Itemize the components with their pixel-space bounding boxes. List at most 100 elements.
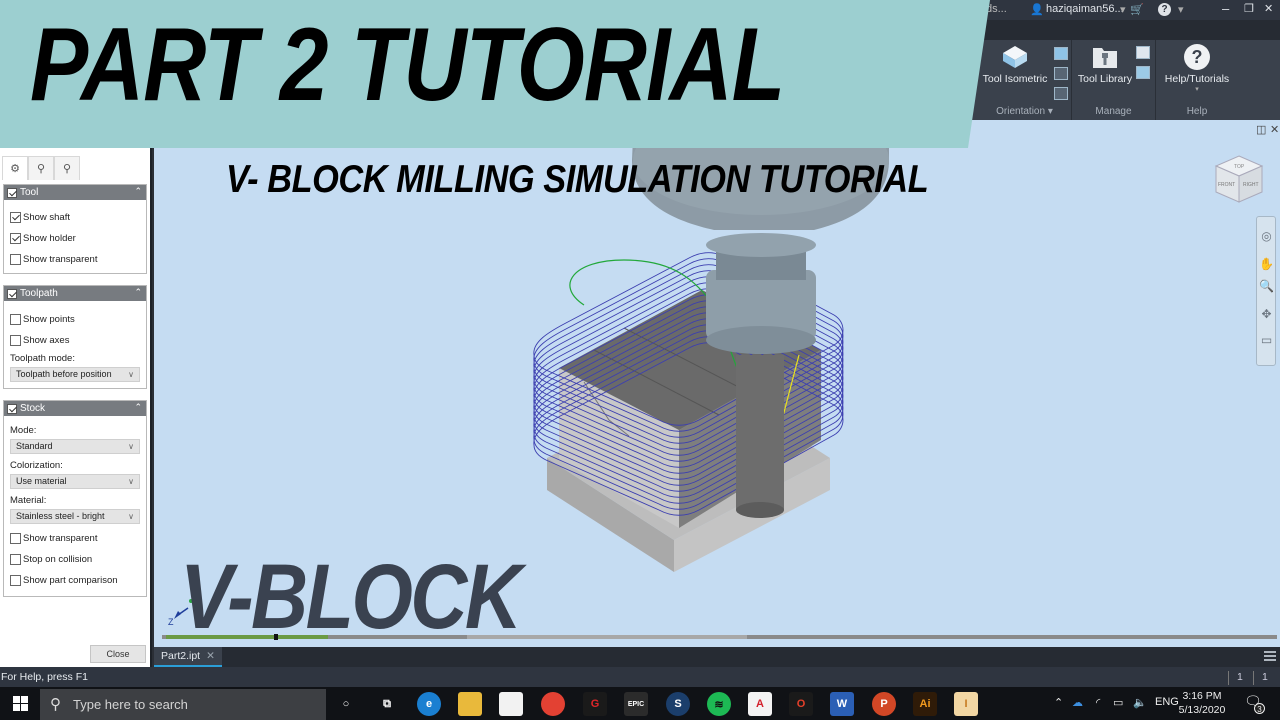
look-at-icon[interactable]: ▭ <box>1259 333 1274 348</box>
collapse-icon[interactable]: ⌃ <box>134 402 142 413</box>
show-axes-option[interactable]: Show axes <box>10 333 69 347</box>
powerpoint-app-icon[interactable]: P <box>872 692 896 716</box>
chevron-down-icon: ▾ <box>1120 4 1126 16</box>
3d-viewport[interactable]: Z V- BLOCK MILLING SIMULATION TUTORIAL V… <box>154 120 1280 647</box>
collapse-icon[interactable]: ⌃ <box>134 287 142 298</box>
show-shaft-option[interactable]: Show shaft <box>10 210 70 224</box>
restore-button[interactable]: ❐ <box>1244 2 1254 15</box>
office-app-icon[interactable]: O <box>789 692 813 716</box>
garena-app-icon[interactable]: G <box>583 692 607 716</box>
toolpath-mode-select[interactable]: Toolpath before position ∨ <box>10 367 140 382</box>
taskbar-search-input[interactable]: ⚲ Type here to search <box>40 689 326 720</box>
toolpath-section-header[interactable]: Toolpath ⌃ <box>4 286 146 301</box>
tool-library-button[interactable]: Tool Library <box>1074 44 1136 85</box>
stock-section-checkbox[interactable] <box>7 403 17 414</box>
view-top-icon[interactable] <box>1054 47 1068 60</box>
volume-icon[interactable]: 🔈 <box>1133 696 1147 709</box>
viewcube[interactable]: TOP FRONT RIGHT <box>1212 152 1266 208</box>
show-axes-checkbox[interactable] <box>10 334 21 346</box>
chrome-app-icon[interactable] <box>541 692 565 716</box>
list-icon[interactable] <box>1136 46 1150 59</box>
toolpath-section-checkbox[interactable] <box>7 288 17 299</box>
pan-hand-icon[interactable]: ✋ <box>1259 257 1274 272</box>
tool-section-header[interactable]: Tool ⌃ <box>4 185 146 200</box>
windows-taskbar: ⚲ Type here to search ○ ⧉ e G EPIC S ≋ A O W P Ai I … <box>0 687 1280 720</box>
viewport-close-icon[interactable]: ✕ <box>1270 123 1279 136</box>
viewcube-front: FRONT <box>1218 182 1235 188</box>
show-transparent-stock-checkbox[interactable] <box>10 532 21 544</box>
help-group-label: Help <box>1186 106 1208 117</box>
task-view-app-icon[interactable]: ⧉ <box>375 692 399 716</box>
onedrive-icon[interactable]: ☁ <box>1072 696 1083 709</box>
image-icon[interactable] <box>1136 66 1150 79</box>
epic-games-app-icon[interactable]: EPIC <box>624 692 648 716</box>
tool-section-checkbox[interactable] <box>7 187 17 198</box>
stock-mode-select[interactable]: Standard ∨ <box>10 439 140 454</box>
tool-isometric-button[interactable]: Tool Isometric <box>982 44 1048 85</box>
language-indicator[interactable]: ENG <box>1155 696 1179 708</box>
hamburger-menu-icon[interactable] <box>1264 651 1276 661</box>
file-explorer-app-icon[interactable] <box>458 692 482 716</box>
zoom-extents-icon[interactable]: 🔍 <box>1259 279 1274 294</box>
spotify-app-icon[interactable]: ≋ <box>707 692 731 716</box>
microsoft-store-app-icon[interactable] <box>499 692 523 716</box>
steam-app-icon[interactable]: S <box>666 692 690 716</box>
wifi-icon[interactable]: ◜ <box>1096 696 1100 709</box>
word-app-icon[interactable]: W <box>830 692 854 716</box>
stock-mode-label: Mode: <box>10 425 37 436</box>
stop-on-collision-checkbox[interactable] <box>10 553 21 565</box>
navigation-bar: ◎ ✋ 🔍 ✥ ▭ <box>1256 216 1276 366</box>
show-shaft-checkbox[interactable] <box>10 211 21 223</box>
close-tab-icon[interactable]: ✕ <box>206 650 215 662</box>
steering-wheel-icon[interactable]: ◎ <box>1259 229 1274 244</box>
status-counter: 1 <box>1228 671 1243 685</box>
windows-start-icon[interactable] <box>13 696 29 712</box>
colorization-select[interactable]: Use material ∨ <box>10 474 140 489</box>
inventor-app-icon[interactable]: I <box>954 692 978 716</box>
document-tab-part2[interactable]: Part2.ipt ✕ <box>154 647 222 667</box>
show-transparent-stock-option[interactable]: Show transparent <box>10 531 97 545</box>
user-account-menu[interactable]: haziqaiman56... <box>1046 3 1124 15</box>
tab-toolpath-display[interactable]: ⚲ <box>28 156 54 180</box>
taskbar-clock[interactable]: 3:16 PM 5/13/2020 <box>1178 689 1226 717</box>
help-tutorials-button[interactable]: ? Help/Tutorials ▾ <box>1158 44 1236 93</box>
tutorial-subtitle: V- BLOCK MILLING SIMULATION TUTORIAL <box>226 158 929 201</box>
material-select[interactable]: Stainless steel - bright ∨ <box>10 509 140 524</box>
cortana-app-icon[interactable]: ○ <box>334 692 358 716</box>
illustrator-app-icon[interactable]: Ai <box>913 692 937 716</box>
timeline-scrubber-handle[interactable] <box>273 634 278 640</box>
orientation-group-label[interactable]: Orientation ▾ <box>978 106 1071 117</box>
viewcube-right: RIGHT <box>1243 182 1259 188</box>
edge-app-icon[interactable]: e <box>417 692 441 716</box>
colorization-label: Colorization: <box>10 460 63 471</box>
show-points-checkbox[interactable] <box>10 313 21 325</box>
view-front-icon[interactable] <box>1054 67 1068 80</box>
show-transparent-tool-checkbox[interactable] <box>10 253 21 265</box>
tab-tool-display[interactable]: ⚙ <box>2 156 28 180</box>
autocad-app-icon[interactable]: A <box>748 692 772 716</box>
show-points-option[interactable]: Show points <box>10 312 75 326</box>
chevron-down-icon: ∨ <box>128 512 134 521</box>
simulation-timeline[interactable] <box>162 634 1277 640</box>
collapse-icon[interactable]: ⌃ <box>134 186 142 197</box>
show-holder-option[interactable]: Show holder <box>10 231 76 245</box>
tab-stock-display[interactable]: ⚲ <box>54 156 80 180</box>
minimize-button[interactable]: – <box>1222 1 1229 16</box>
show-transparent-tool-option[interactable]: Show transparent <box>10 252 97 266</box>
stock-section-header[interactable]: Stock ⌃ <box>4 401 146 416</box>
close-button[interactable]: Close <box>90 645 146 663</box>
orbit-icon[interactable]: ✥ <box>1259 307 1274 322</box>
help-menu-icon[interactable]: ? <box>1158 3 1171 16</box>
show-part-comparison-option[interactable]: Show part comparison <box>10 573 118 587</box>
status-bar: For Help, press F1 1 1 <box>0 667 1280 687</box>
view-side-icon[interactable] <box>1054 87 1068 100</box>
show-holder-checkbox[interactable] <box>10 232 21 244</box>
battery-icon[interactable]: ▭ <box>1113 696 1123 709</box>
stop-on-collision-option[interactable]: Stop on collision <box>10 552 92 566</box>
viewport-layout-icon[interactable]: ◫ <box>1256 123 1266 136</box>
cart-icon[interactable]: 🛒 <box>1130 3 1144 16</box>
tray-expand-icon[interactable]: ⌃ <box>1054 696 1063 709</box>
close-window-button[interactable]: ✕ <box>1264 2 1273 15</box>
ribbon-group-orientation: Tool Isometric Orientation ▾ <box>978 40 1072 120</box>
show-part-comparison-checkbox[interactable] <box>10 574 21 586</box>
